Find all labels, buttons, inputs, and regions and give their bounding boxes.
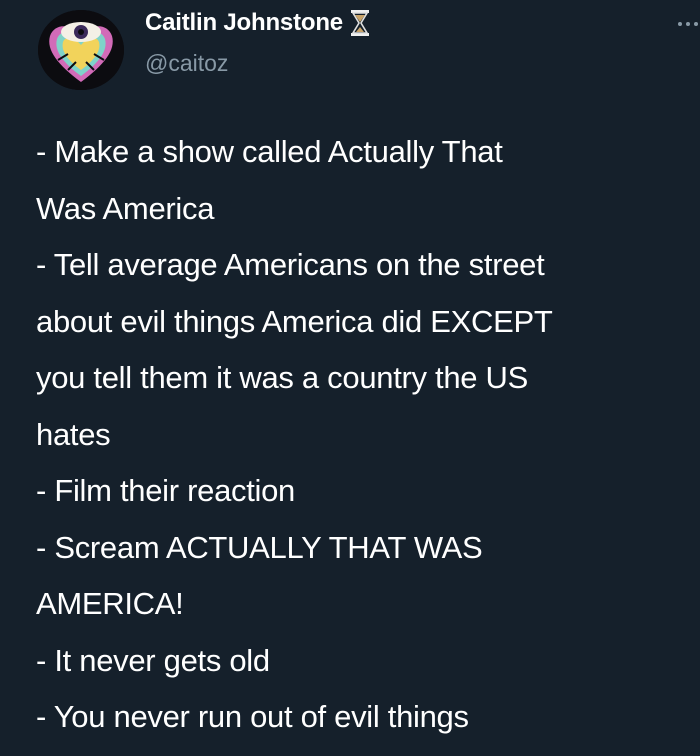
- tweet-line: - Make a show called Actually That: [36, 134, 503, 169]
- avatar[interactable]: [38, 10, 124, 90]
- tweet-line: you tell them it was a country the US: [36, 360, 529, 395]
- hourglass-icon: [349, 8, 371, 38]
- tweet-line: - Scream ACTUALLY THAT WAS: [36, 529, 483, 565]
- tweet-line: - You never run out of evil things: [36, 699, 469, 734]
- more-horizontal-icon[interactable]: [674, 14, 700, 34]
- tweet-header: Caitlin Johnstone @caitoz: [38, 8, 698, 90]
- eye-heart-avatar-icon: [38, 10, 124, 90]
- tweet-line: AMERICA!: [36, 586, 184, 621]
- tweet-line: hates: [36, 416, 111, 452]
- user-handle[interactable]: @caitoz: [145, 50, 228, 77]
- tweet-card: Caitlin Johnstone @caitoz - Make a show …: [0, 0, 700, 756]
- tweet-line: about evil things America did EXCEPT: [36, 303, 553, 339]
- tweet-line: - It never gets old: [36, 642, 270, 678]
- tweet-line: - Tell average Americans on the street: [36, 247, 545, 282]
- tweet-line: Was America: [36, 190, 215, 226]
- tweet-line: - Film their reaction: [36, 473, 295, 508]
- tweet-text: - Make a show called Actually That Was A…: [36, 124, 676, 746]
- name-row: Caitlin Johnstone: [145, 8, 371, 38]
- display-name[interactable]: Caitlin Johnstone: [145, 9, 343, 37]
